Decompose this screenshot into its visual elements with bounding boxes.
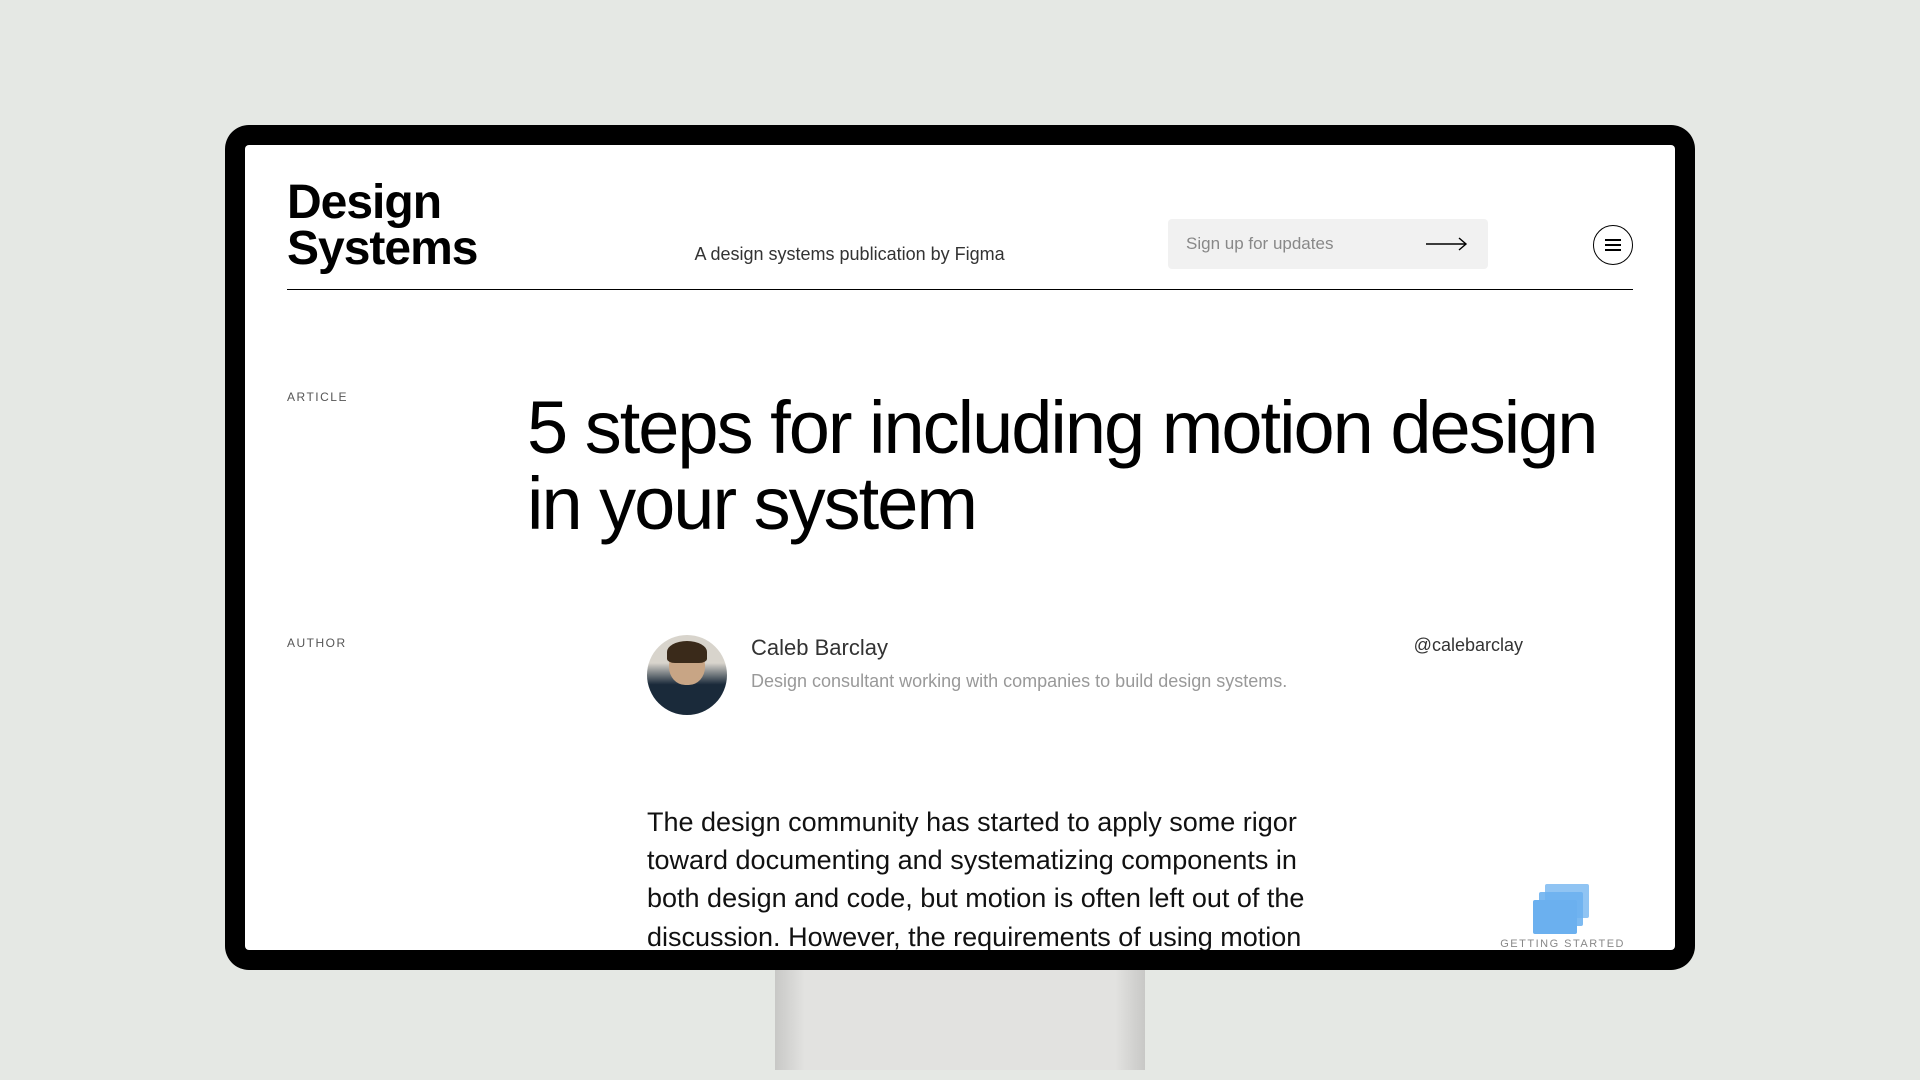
logo-line-2: Systems xyxy=(287,226,477,272)
article-content: ARTICLE AUTHOR 5 steps for including mot… xyxy=(287,290,1633,950)
site-tagline: A design systems publication by Figma xyxy=(694,244,1004,265)
article-title: 5 steps for including motion design in y… xyxy=(527,390,1633,542)
author-block: Caleb Barclay Design consultant working … xyxy=(647,635,1633,715)
monitor-stand xyxy=(775,970,1145,1070)
article-body: The design community has started to appl… xyxy=(647,803,1327,950)
logo-line-1: Design xyxy=(287,180,477,226)
author-bio: Design consultant working with companies… xyxy=(751,671,1414,692)
author-avatar[interactable] xyxy=(647,635,727,715)
hamburger-icon xyxy=(1605,239,1621,251)
screen: Design Systems A design systems publicat… xyxy=(245,145,1675,950)
menu-button[interactable] xyxy=(1593,225,1633,265)
monitor-frame: Design Systems A design systems publicat… xyxy=(225,125,1695,970)
arrow-right-icon xyxy=(1426,237,1470,251)
label-article: ARTICLE xyxy=(287,390,527,404)
signup-submit-button[interactable] xyxy=(1426,237,1470,251)
main-column: 5 steps for including motion design in y… xyxy=(527,390,1633,950)
signup-form xyxy=(1168,219,1488,269)
label-author: AUTHOR xyxy=(287,636,527,650)
category-badge[interactable]: GETTING STARTED xyxy=(1500,884,1625,950)
author-info: Caleb Barclay Design consultant working … xyxy=(751,635,1414,692)
site-logo[interactable]: Design Systems xyxy=(287,180,477,271)
author-name[interactable]: Caleb Barclay xyxy=(751,635,1414,661)
site-header: Design Systems A design systems publicat… xyxy=(287,180,1633,290)
stacked-squares-icon xyxy=(1531,884,1595,932)
signup-input[interactable] xyxy=(1186,234,1426,254)
left-rail: ARTICLE AUTHOR xyxy=(287,390,527,950)
author-handle[interactable]: @calebarclay xyxy=(1414,635,1523,656)
category-badge-label: GETTING STARTED xyxy=(1500,938,1625,950)
